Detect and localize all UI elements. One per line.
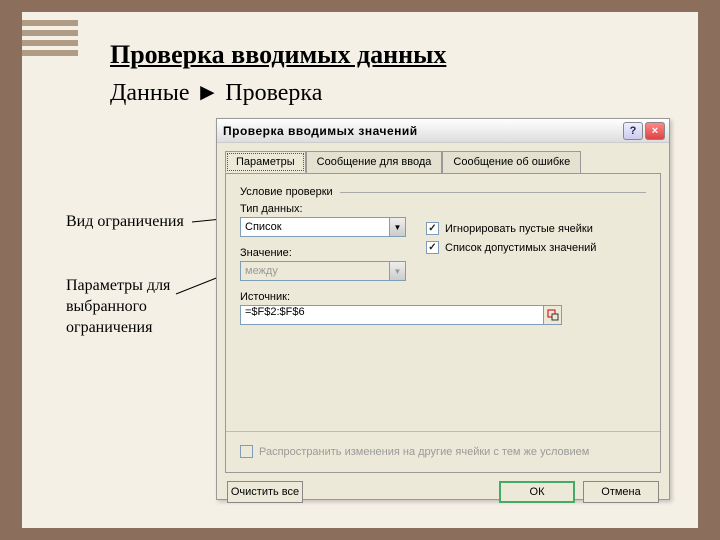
decor-stripe — [22, 50, 78, 56]
slide-heading: Проверка вводимых данных — [110, 40, 446, 70]
decor-stripe — [22, 40, 78, 46]
group-text: Условие проверки — [240, 186, 333, 198]
tab-panel-parameters: Условие проверки Тип данных: Список ▼ ✓ … — [225, 173, 661, 473]
clear-all-button[interactable]: Очистить все — [227, 481, 303, 503]
annotation-line: выбранного — [66, 298, 147, 315]
cancel-button[interactable]: Отмена — [583, 481, 659, 503]
group-label-condition: Условие проверки — [240, 186, 646, 193]
chevron-down-icon: ▼ — [389, 262, 405, 280]
checkbox-box: ✓ — [426, 241, 439, 254]
tab-error-message[interactable]: Сообщение об ошибке — [442, 151, 581, 173]
annotation-line: ограничения — [66, 319, 152, 336]
tab-input-message[interactable]: Сообщение для ввода — [306, 151, 443, 173]
slide-subheading: Данные ► Проверка — [110, 80, 322, 107]
tab-parameters[interactable]: Параметры — [225, 151, 306, 173]
chevron-down-icon[interactable]: ▼ — [389, 218, 405, 236]
decor-stripe — [22, 20, 78, 26]
combo-value: между ▼ — [240, 261, 406, 281]
annotation-constraint-type: Вид ограничения — [66, 212, 184, 233]
label-source: Источник: — [240, 291, 646, 303]
source-row: =$F$2:$F$6 — [240, 305, 562, 325]
checkbox-label: Игнорировать пустые ячейки — [445, 223, 593, 235]
dialog-title: Проверка вводимых значений — [223, 124, 621, 138]
combo-value-text: между — [241, 265, 389, 277]
help-button[interactable]: ? — [623, 122, 643, 140]
combo-data-type[interactable]: Список ▼ — [240, 217, 406, 237]
label-data-type: Тип данных: — [240, 203, 646, 215]
slide-background: Проверка вводимых данных Данные ► Провер… — [22, 12, 698, 528]
checkbox-ignore-empty[interactable]: ✓ Игнорировать пустые ячейки — [426, 222, 596, 235]
ok-button[interactable]: ОК — [499, 481, 575, 503]
checkbox-allow-list[interactable]: ✓ Список допустимых значений — [426, 241, 596, 254]
checkbox-column: ✓ Игнорировать пустые ячейки ✓ Список до… — [426, 222, 596, 260]
group-divider — [340, 192, 646, 193]
checkbox-box-disabled — [240, 445, 253, 458]
panel-divider — [226, 431, 660, 432]
button-spacer — [311, 481, 491, 503]
checkbox-propagate: Распространить изменения на другие ячейк… — [240, 445, 589, 458]
dialog-titlebar[interactable]: Проверка вводимых значений ? × — [217, 119, 669, 143]
annotation-params: Параметры для выбранного ограничения — [66, 276, 170, 338]
propagate-label: Распространить изменения на другие ячейк… — [259, 446, 589, 458]
dialog-button-row: Очистить все ОК Отмена — [217, 481, 669, 513]
checkbox-box: ✓ — [426, 222, 439, 235]
close-button[interactable]: × — [645, 122, 665, 140]
annotation-line: Параметры для — [66, 277, 170, 294]
checkbox-label: Список допустимых значений — [445, 242, 596, 254]
decor-stripe — [22, 30, 78, 36]
source-input[interactable]: =$F$2:$F$6 — [240, 305, 544, 325]
range-picker-button[interactable] — [544, 305, 562, 325]
range-picker-icon — [547, 309, 559, 321]
combo-data-type-value: Список — [241, 221, 389, 233]
validation-dialog: Проверка вводимых значений ? × Параметры… — [216, 118, 670, 500]
tab-strip: Параметры Сообщение для ввода Сообщение … — [217, 143, 669, 173]
